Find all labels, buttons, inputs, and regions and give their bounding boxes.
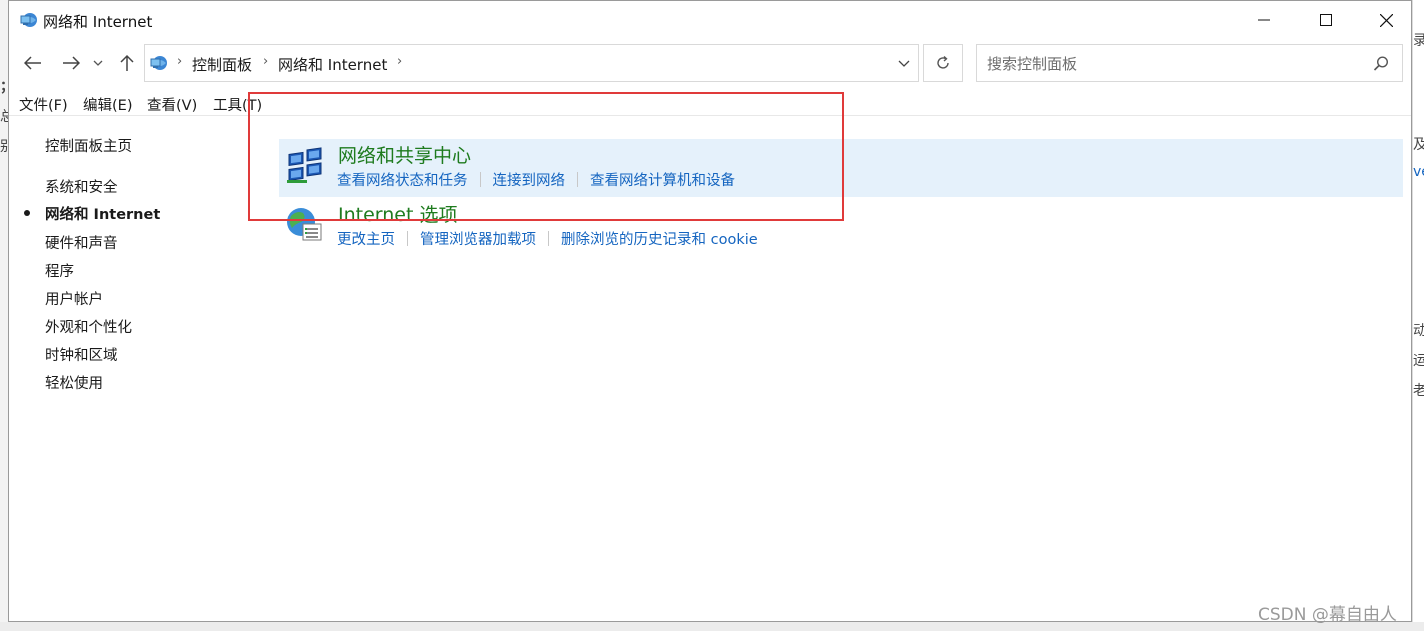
bg-fragment: 及、 xyxy=(1413,137,1424,153)
menu-view[interactable]: 查看(V) xyxy=(147,94,197,115)
sidebar-item-clock-region[interactable]: 时钟和区域 xyxy=(45,344,118,365)
task-link-delete-history[interactable]: 删除浏览的历史记录和 cookie xyxy=(561,228,758,249)
minimize-icon xyxy=(1258,19,1270,21)
sidebar-item-network-internet[interactable]: 网络和 Internet xyxy=(45,203,160,224)
address-dropdown-button[interactable] xyxy=(889,45,919,81)
arrow-left-icon xyxy=(24,56,41,70)
sidebar-item-appearance[interactable]: 外观和个性化 xyxy=(45,316,132,337)
sidebar-item-user-accounts[interactable]: 用户帐户 xyxy=(45,288,103,309)
active-indicator-icon xyxy=(24,210,30,216)
title-bar[interactable]: 网络和 Internet xyxy=(9,1,1411,39)
link-separator xyxy=(479,172,481,187)
background-window xyxy=(1412,0,1424,631)
maximize-icon xyxy=(1320,14,1332,26)
task-link-connect-network[interactable]: 连接到网络 xyxy=(493,169,566,190)
window-title: 网络和 Internet xyxy=(43,13,153,31)
breadcrumb-chevron-icon[interactable]: › xyxy=(397,54,402,69)
network-sharing-icon xyxy=(287,147,322,183)
link-separator xyxy=(577,172,578,187)
sidebar-home-link[interactable]: 控制面板主页 xyxy=(45,135,132,156)
search-icon[interactable] xyxy=(1371,54,1391,74)
category-task-links: 查看网络状态和任务 连接到网络 查看网络计算机和设备 xyxy=(337,169,735,190)
breadcrumb-item[interactable]: 网络和 Internet xyxy=(278,54,387,75)
close-icon xyxy=(1379,13,1393,27)
link-separator xyxy=(407,231,408,246)
recent-locations-button[interactable] xyxy=(90,51,106,75)
task-link-view-network-status[interactable]: 查看网络状态和任务 xyxy=(337,169,468,190)
menu-tools[interactable]: 工具(T) xyxy=(213,94,262,115)
breadcrumb-chevron-icon[interactable]: › xyxy=(263,54,268,69)
address-bar[interactable]: › 控制面板 › 网络和 Internet › xyxy=(144,44,919,82)
arrow-up-icon xyxy=(120,54,134,71)
watermark: CSDN @幕自由人 xyxy=(1258,605,1397,625)
menu-file[interactable]: 文件(F) xyxy=(19,94,68,115)
sidebar-item-programs[interactable]: 程序 xyxy=(45,260,74,281)
link-separator xyxy=(548,231,549,246)
sidebar-item-system-security[interactable]: 系统和安全 xyxy=(45,176,118,197)
task-link-view-network-computers[interactable]: 查看网络计算机和设备 xyxy=(590,169,735,190)
forward-button[interactable] xyxy=(59,51,83,75)
bg-fragment: 动 xyxy=(1413,323,1424,339)
maximize-button[interactable] xyxy=(1297,1,1355,39)
bg-fragment: ve xyxy=(1413,164,1424,180)
internet-options-icon xyxy=(287,208,322,241)
control-panel-window: 网络和 Internet › 控制面板 › 网络和 Internet › 搜索控… xyxy=(8,0,1412,622)
menu-edit[interactable]: 编辑(E) xyxy=(83,94,132,115)
bg-fragment: 运 xyxy=(1413,353,1424,369)
chevron-down-icon xyxy=(93,60,103,66)
category-title-link[interactable]: Internet 选项 xyxy=(338,200,457,227)
network-internet-icon xyxy=(20,13,37,27)
refresh-button[interactable] xyxy=(923,44,963,82)
control-panel-icon xyxy=(150,56,167,70)
category-internet-options[interactable]: Internet 选项 更改主页 管理浏览器加载项 删除浏览的历史记录和 cooki… xyxy=(279,198,1403,256)
task-link-change-homepage[interactable]: 更改主页 xyxy=(337,228,395,249)
breadcrumb-item[interactable]: 控制面板 xyxy=(192,54,252,75)
category-network-sharing-center[interactable]: 网络和共享中心 查看网络状态和任务 连接到网络 查看网络计算机和设备 xyxy=(279,139,1403,197)
breadcrumb-chevron-icon: › xyxy=(177,54,183,69)
search-box[interactable] xyxy=(976,44,1403,82)
search-input[interactable] xyxy=(985,53,1359,75)
close-button[interactable] xyxy=(1357,1,1415,39)
bg-fragment: 老 xyxy=(1413,383,1424,399)
minimize-button[interactable] xyxy=(1235,1,1293,39)
chevron-down-icon xyxy=(898,60,910,67)
back-button[interactable] xyxy=(21,51,45,75)
menu-divider xyxy=(9,115,1411,116)
sidebar-item-hardware-sound[interactable]: 硬件和声音 xyxy=(45,232,118,253)
up-button[interactable] xyxy=(115,51,139,75)
background-strip xyxy=(0,622,1424,631)
arrow-right-icon xyxy=(63,56,80,70)
refresh-icon xyxy=(937,55,949,69)
category-task-links: 更改主页 管理浏览器加载项 删除浏览的历史记录和 cookie xyxy=(337,228,758,249)
task-link-manage-addons[interactable]: 管理浏览器加载项 xyxy=(420,228,536,249)
category-title-link[interactable]: 网络和共享中心 xyxy=(338,141,471,168)
sidebar-item-ease-of-access[interactable]: 轻松使用 xyxy=(45,372,103,393)
menu-bar: 文件(F) 编辑(E) 查看(V) 工具(T) xyxy=(9,89,1411,115)
